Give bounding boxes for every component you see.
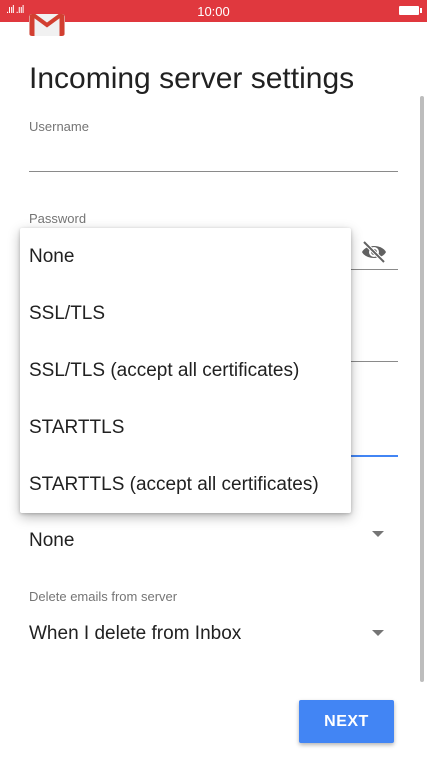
delete-emails-value: When I delete from Inbox [29,623,242,644]
username-underline [29,171,398,172]
menu-item-ssl-tls-accept-all[interactable]: SSL/TLS (accept all certificates) [20,342,351,399]
gmail-envelope-icon [29,14,65,36]
delete-emails-label: Delete emails from server [29,589,178,604]
password-label: Password [29,211,87,226]
menu-item-starttls-accept-all[interactable]: STARTTLS (accept all certificates) [20,456,351,513]
chevron-down-icon [372,531,384,537]
eye-off-icon[interactable] [360,240,388,264]
next-button[interactable]: NEXT [299,700,394,743]
menu-item-ssl-tls[interactable]: SSL/TLS [20,285,351,342]
page-title: Incoming server settings [29,62,355,95]
chevron-down-icon [372,630,384,636]
menu-item-starttls[interactable]: STARTTLS [20,399,351,456]
menu-item-none[interactable]: None [20,228,351,285]
scrollbar[interactable] [420,96,424,682]
security-type-menu: None SSL/TLS SSL/TLS (accept all certifi… [20,228,351,513]
battery-icon [399,6,422,15]
delete-emails-select[interactable]: When I delete from Inbox [29,614,398,654]
security-type-select[interactable]: None [29,520,398,560]
username-label: Username [29,119,89,134]
security-type-value: None [29,530,75,551]
username-field[interactable] [29,140,398,172]
